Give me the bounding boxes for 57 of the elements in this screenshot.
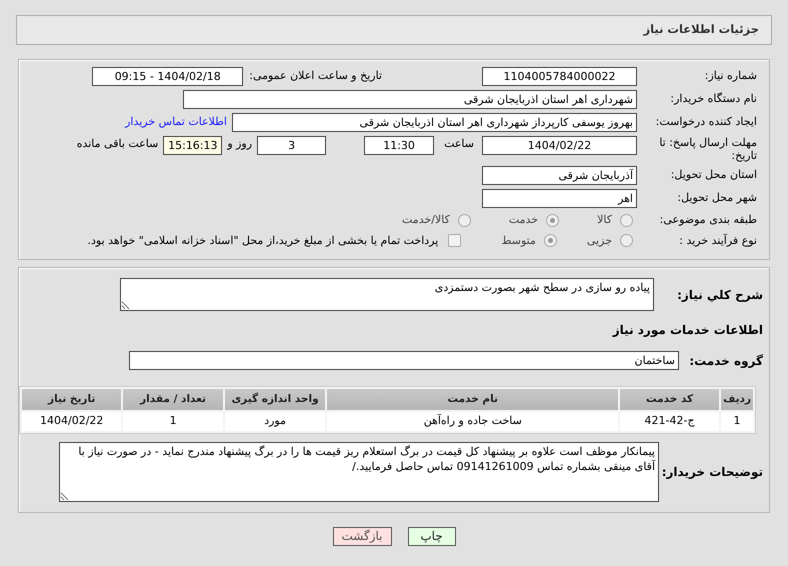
column-header: تاریخ نیاز [22, 389, 122, 410]
field-label: ساعت باقی مانده [76, 136, 158, 152]
column-header: واحد اندازه گیری [224, 389, 326, 410]
date-field[interactable]: 1404/02/22 [482, 136, 637, 155]
table-cell: ج-42-421 [620, 412, 720, 431]
field-label: نوع فرآیند خرید : [678, 232, 758, 249]
field-label: شرح کلي نياز: [676, 287, 764, 304]
table-cell: 1 [123, 412, 223, 431]
back-button[interactable]: بازگشت [332, 527, 392, 546]
contact-link[interactable]: اطلاعات تماس خریدار [125, 114, 227, 131]
checkbox[interactable] [448, 234, 462, 248]
radio-button[interactable] [544, 234, 557, 248]
text-field[interactable]: اهر [482, 189, 637, 208]
radio-button[interactable] [546, 214, 560, 227]
radio-button[interactable] [620, 214, 633, 227]
column-header: کد خدمت [620, 389, 720, 410]
field-label: توضیحات خریدار: [660, 464, 764, 481]
text-field[interactable]: 1104005784000022 [482, 67, 637, 86]
checkbox-label: پرداخت تمام یا بخشی از مبلغ خرید،از محل "اسناد خزانه اسلامی" خواهد بود. [88, 232, 438, 249]
text-field[interactable]: بهروز یوسفی کارپرداز شهرداری اهر استان اذربایجان شرقی [232, 113, 637, 132]
table-cell: ساخت جاده و راه‌آهن [327, 412, 618, 431]
section-title: اطلاعات خدمات مورد نیاز [611, 322, 764, 339]
field-label: نام دستگاه خریدار: [669, 91, 758, 108]
text-field[interactable]: آذربایجان شرقی [482, 166, 637, 185]
field-label: روز و [227, 136, 252, 152]
description-field[interactable]: پیاده رو سازی در سطح شهر بصورت دستمزدی [120, 278, 654, 311]
table-cell: 1 [721, 412, 753, 431]
field-label: تاریخ و ساعت اعلان عمومی: [249, 68, 382, 84]
notes-field[interactable]: پیمانکار موظف است علاوه بر پیشنهاد کل قیمت در برگ استعلام ریز قیمت ها را در برگ پیشنهاد مندرج نماید - در صورت نیاز با آقای مینقی بشماره تماس 09141261009 تماس حاصل فرمایید./ [59, 442, 659, 502]
page-title: جزئیات اطلاعات نیاز [643, 21, 759, 38]
column-header: تعداد / مقدار [123, 389, 223, 410]
radio-label: کالا [597, 212, 612, 228]
text-field[interactable]: 1404/02/18 - 09:15 [92, 67, 244, 86]
print-button[interactable]: چاپ [408, 527, 456, 546]
field-label: استان محل تحویل: [670, 167, 758, 184]
radio-button[interactable] [620, 234, 633, 248]
table-cell: مورد [224, 412, 326, 431]
radio-button[interactable] [458, 214, 471, 227]
days-field[interactable]: 3 [257, 136, 326, 155]
time-field[interactable]: 11:30 [364, 136, 434, 155]
radio-label: جزیی [586, 232, 612, 249]
service-group-field[interactable]: ساختمان [129, 351, 679, 370]
field-label: ساعت [444, 136, 474, 152]
radio-label: کالا/خدمت [402, 212, 450, 228]
text-field[interactable]: شهرداری اهر استان اذربایجان شرقی [183, 90, 637, 109]
field-label: مهلت ارسال پاسخ: تا تاریخ: [658, 136, 758, 162]
radio-label: خدمت [508, 212, 538, 228]
column-header: ردیف [721, 389, 753, 410]
table-cell: 1404/02/22 [22, 412, 122, 431]
field-label: شهر محل تحویل: [676, 190, 758, 206]
field-label: شماره نیاز: [704, 68, 758, 84]
column-header: نام خدمت [327, 389, 618, 410]
field-label: ایجاد کننده درخواست: [654, 114, 758, 130]
field-label: طبقه بندی موضوعی: [658, 212, 758, 228]
field-label: گروه خدمت: [688, 352, 764, 370]
radio-label: متوسط [501, 232, 536, 249]
remaining-time-field[interactable]: 15:16:13 [163, 136, 222, 155]
